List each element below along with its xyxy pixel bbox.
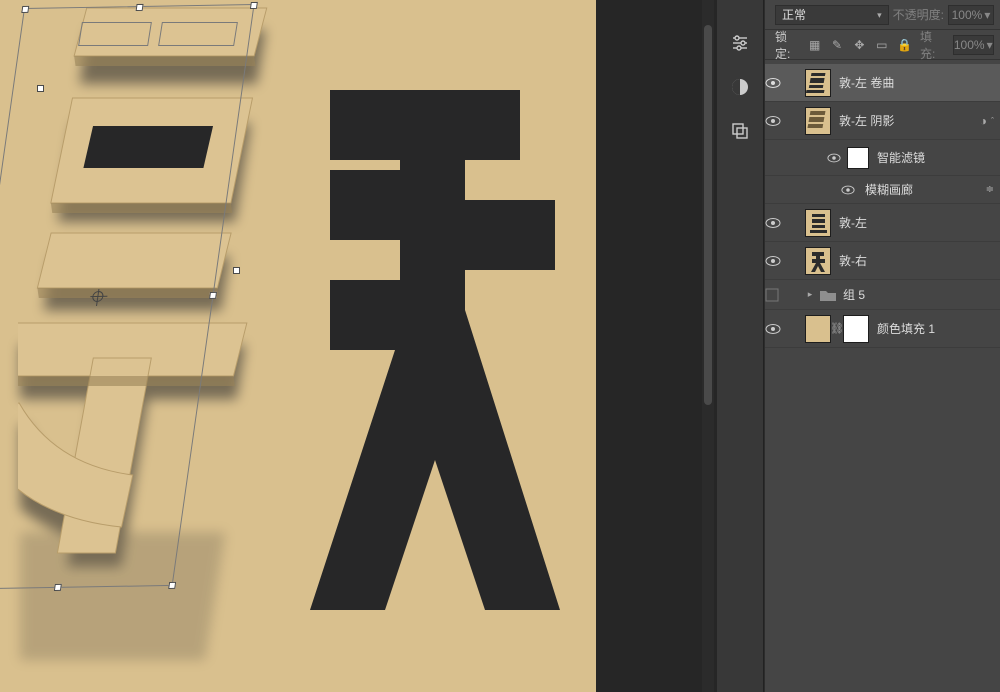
layer-row[interactable]: 敦-左 卷曲 bbox=[765, 64, 1000, 102]
layer-name: 颜色填充 1 bbox=[877, 320, 935, 337]
layer-subrow[interactable]: 模糊画廊 ≑ bbox=[765, 176, 1000, 204]
layer-thumb bbox=[805, 107, 831, 135]
visibility-toggle[interactable] bbox=[765, 321, 793, 337]
fill-label: 填充: bbox=[920, 28, 945, 62]
visibility-toggle[interactable] bbox=[765, 215, 793, 231]
glyph-left-paper bbox=[18, 0, 318, 680]
layer-name: 敦-左 卷曲 bbox=[839, 74, 894, 91]
layer-subrow[interactable]: 智能滤镜 bbox=[765, 140, 1000, 176]
layer-name: 模糊画廊 bbox=[865, 181, 913, 198]
lock-artboard-icon[interactable]: ▭ bbox=[875, 38, 889, 52]
layer-name: 智能滤镜 bbox=[877, 149, 925, 166]
canvas-scrollbar[interactable] bbox=[702, 0, 714, 692]
filter-settings-icon[interactable]: ≑ bbox=[986, 184, 994, 195]
contrast-circle-icon[interactable] bbox=[729, 76, 751, 98]
visibility-toggle[interactable] bbox=[827, 151, 847, 165]
layer-thumb bbox=[805, 69, 831, 97]
layer-thumb bbox=[805, 247, 831, 275]
mask-link-icon[interactable]: ⛓ bbox=[831, 316, 843, 342]
document-canvas[interactable] bbox=[0, 0, 596, 692]
layers-list: 敦-左 卷曲 敦-左 阴影 ◑ ˆ 智能滤镜 bbox=[765, 60, 1000, 352]
blend-mode-select[interactable]: 正常 ▾ bbox=[775, 5, 889, 25]
visibility-toggle[interactable] bbox=[765, 253, 793, 269]
visibility-toggle[interactable] bbox=[765, 75, 793, 91]
lock-transparency-icon[interactable]: ▦ bbox=[808, 38, 822, 52]
lock-pixels-icon[interactable]: ✎ bbox=[830, 38, 844, 52]
opacity-input[interactable]: 100%▾ bbox=[948, 5, 994, 25]
visibility-toggle[interactable] bbox=[765, 113, 793, 129]
fill-color-thumb bbox=[805, 315, 831, 343]
layer-row-group[interactable]: ▸ 组 5 bbox=[765, 280, 1000, 310]
fill-input[interactable]: 100%▾ bbox=[953, 35, 995, 55]
layer-mask-thumb bbox=[843, 315, 869, 343]
visibility-toggle-empty[interactable] bbox=[765, 288, 793, 302]
blend-mode-value: 正常 bbox=[782, 6, 806, 24]
lock-label: 锁定: bbox=[775, 28, 800, 62]
layer-name: 敦-右 bbox=[839, 252, 867, 269]
canvas-area[interactable] bbox=[0, 0, 717, 692]
layer-row[interactable]: 敦-左 阴影 ◑ ˆ bbox=[765, 102, 1000, 140]
layer-row[interactable]: 敦-左 bbox=[765, 204, 1000, 242]
blend-opacity-bar: 正常 ▾ 不透明度: 100%▾ bbox=[765, 0, 1000, 30]
layer-name: 敦-左 bbox=[839, 214, 867, 231]
lock-position-icon[interactable]: ✥ bbox=[852, 38, 866, 52]
visibility-toggle[interactable] bbox=[841, 183, 861, 197]
layer-thumb bbox=[805, 209, 831, 237]
layer-row[interactable]: 敦-右 bbox=[765, 242, 1000, 280]
layer-name: 敦-左 阴影 bbox=[839, 112, 894, 129]
lock-all-icon[interactable]: 🔒 bbox=[897, 38, 912, 52]
chevron-down-icon: ▾ bbox=[877, 6, 882, 24]
layer-row[interactable]: ⛓ 颜色填充 1 bbox=[765, 310, 1000, 348]
lock-bar: 锁定: ▦ ✎ ✥ ▭ 🔒 填充: 100%▾ bbox=[765, 30, 1000, 60]
opacity-label: 不透明度: bbox=[893, 6, 944, 23]
group-collapse-icon[interactable]: ▸ bbox=[805, 289, 815, 300]
glyph-right bbox=[300, 90, 580, 610]
folder-icon bbox=[819, 288, 837, 302]
filter-mask-thumb bbox=[847, 147, 869, 169]
layers-panel: 正常 ▾ 不透明度: 100%▾ 锁定: ▦ ✎ ✥ ▭ 🔒 填充: 100%▾… bbox=[764, 0, 1000, 692]
expand-icon[interactable]: ˆ bbox=[991, 116, 994, 126]
scroll-thumb[interactable] bbox=[704, 25, 712, 405]
collapsed-panel-strip[interactable] bbox=[717, 0, 764, 692]
smart-filter-icon[interactable]: ◑ bbox=[980, 114, 987, 128]
layer-name: 组 5 bbox=[843, 286, 865, 303]
adjustments-icon[interactable] bbox=[729, 32, 751, 54]
artboards-icon[interactable] bbox=[729, 120, 751, 142]
